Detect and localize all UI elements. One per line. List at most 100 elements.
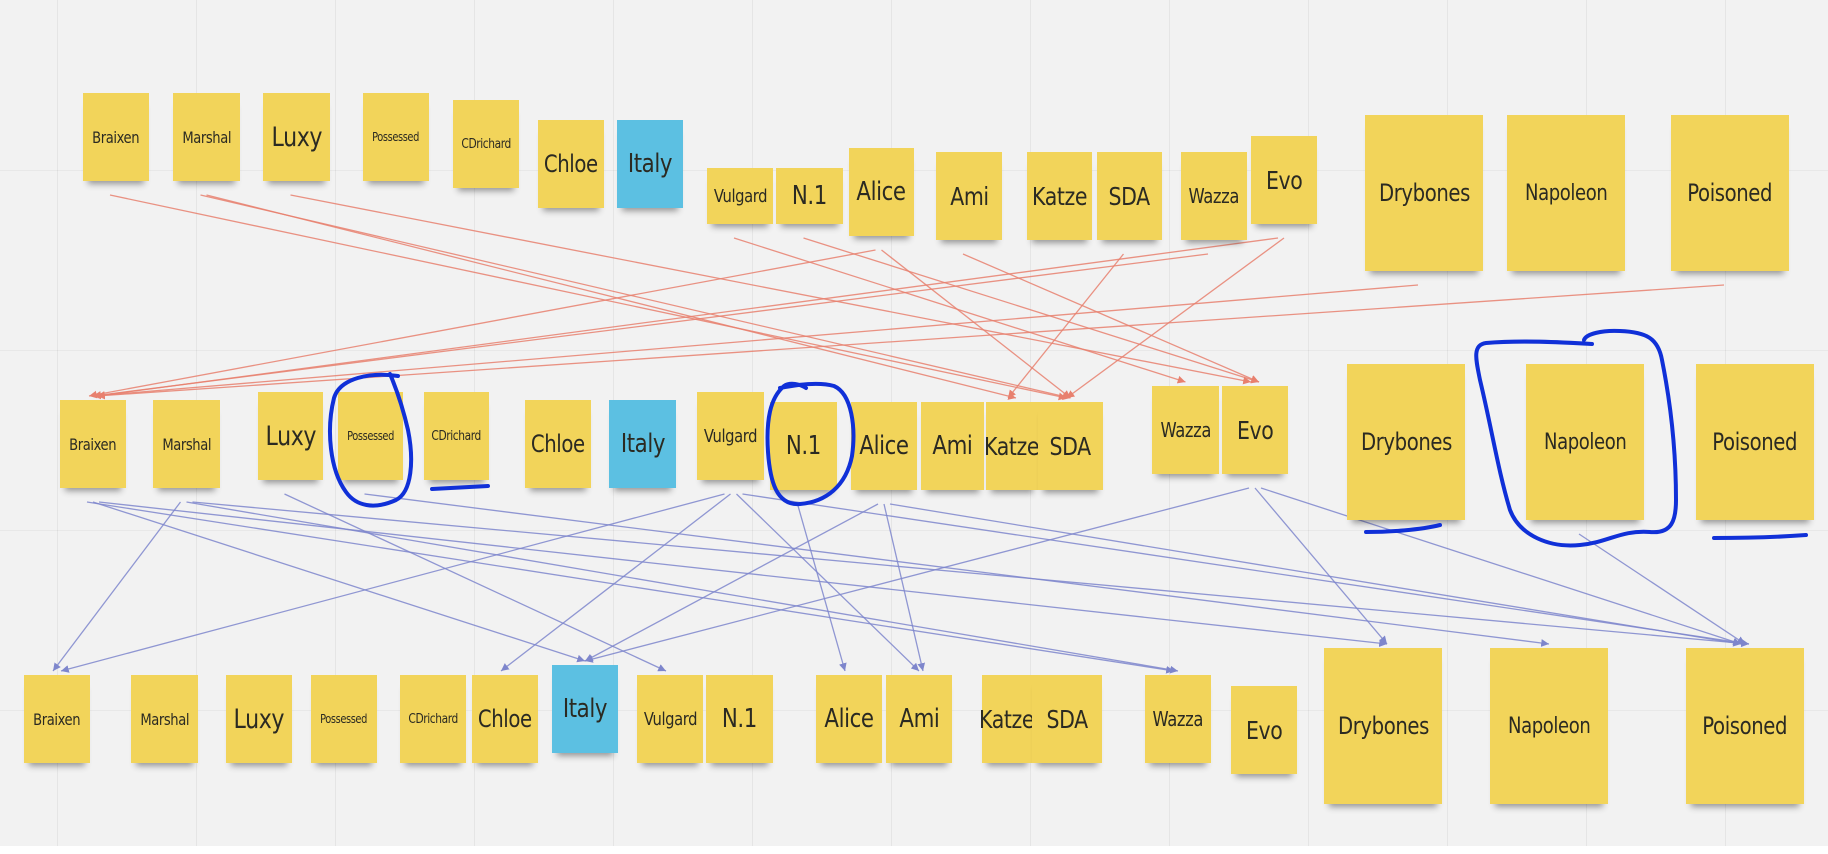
sticky-note-middle-marshal[interactable]: Marshal [153,400,220,488]
sticky-note-top-sda[interactable]: SDA [1097,152,1162,240]
blue-connector-evo-to-poisoned[interactable] [1260,487,1742,646]
sticky-note-middle-n-1[interactable]: N.1 [770,402,837,490]
sticky-note-top-evo[interactable]: Evo [1251,136,1317,224]
sticky-note-top-napoleon[interactable]: Napoleon [1507,115,1625,271]
red-connector-braixen-to-sda[interactable] [109,194,1067,401]
sticky-note-label: Luxy [233,703,285,735]
whiteboard-canvas[interactable]: Braixen Marshal Luxy Possessed CDrichard Chlo… [0,0,1828,846]
sticky-note-label: Ami [949,181,989,211]
sticky-note-middle-vulgard[interactable]: Vulgard [697,392,764,480]
sticky-note-middle-sda[interactable]: SDA [1038,402,1103,490]
sticky-note-bottom-chloe[interactable]: Chloe [472,675,538,763]
blue-connector-napoleon-to-poisoned[interactable] [1578,533,1746,645]
sticky-note-label: Drybones [1360,428,1452,456]
sticky-note-label: N.1 [785,431,822,461]
blue-connector-alice-to-poisoned[interactable] [889,503,1742,647]
blue-connector-braixen-to-drybones[interactable] [98,501,1388,648]
sticky-note-top-chloe[interactable]: Chloe [538,120,604,208]
blue-connector-marshal-to-braixen[interactable] [52,501,182,672]
sticky-note-top-cdrichard[interactable]: CDrichard [453,100,519,188]
ink-underline-poisoned[interactable] [1712,533,1808,540]
sticky-note-label: Chloe [478,705,532,733]
blue-connector-alice-to-ami[interactable] [883,503,926,672]
sticky-note-middle-chloe[interactable]: Chloe [525,400,591,488]
red-connector-alice-to-braixen[interactable] [88,249,876,399]
sticky-note-middle-drybones[interactable]: Drybones [1347,364,1465,520]
blue-connector-evo-to-italy[interactable] [584,487,1250,663]
blue-connector-n-1-to-alice[interactable] [796,503,847,672]
sticky-note-label: Possessed [372,130,420,144]
sticky-note-top-n-1[interactable]: N.1 [776,168,843,224]
sticky-note-label: Drybones [1378,179,1470,207]
sticky-note-middle-alice[interactable]: Alice [851,402,917,490]
blue-connector-braixen-to-italy[interactable] [92,501,586,663]
sticky-note-label: Marshal [140,709,189,729]
sticky-note-bottom-poisoned[interactable]: Poisoned [1686,648,1804,804]
sticky-note-bottom-luxy[interactable]: Luxy [226,675,292,763]
sticky-note-label: Italy [562,694,608,724]
sticky-note-bottom-alice[interactable]: Alice [816,675,882,763]
sticky-note-top-italy[interactable]: Italy [617,120,683,208]
sticky-note-middle-wazza[interactable]: Wazza [1152,386,1219,474]
sticky-note-label: Alice [824,704,874,734]
sticky-note-top-drybones[interactable]: Drybones [1365,115,1483,271]
sticky-note-bottom-braixen[interactable]: Braixen [24,675,90,763]
sticky-note-middle-italy[interactable]: Italy [609,400,676,488]
red-connector-n-1-to-evo[interactable] [803,237,1260,384]
sticky-note-top-possessed[interactable]: Possessed [363,93,429,181]
sticky-note-bottom-wazza[interactable]: Wazza [1145,675,1211,763]
ink-underline-cdrichard[interactable] [430,484,490,491]
sticky-note-middle-ami[interactable]: Ami [921,402,984,490]
sticky-note-label: Possessed [347,429,394,443]
sticky-note-bottom-napoleon[interactable]: Napoleon [1490,648,1608,804]
sticky-note-label: SDA [1049,431,1092,461]
sticky-note-label: Braixen [92,127,140,147]
sticky-note-top-braixen[interactable]: Braixen [83,93,149,181]
sticky-note-bottom-ami[interactable]: Ami [886,675,952,763]
sticky-note-bottom-sda[interactable]: SDA [1032,675,1102,763]
sticky-note-bottom-cdrichard[interactable]: CDrichard [400,675,466,763]
red-connector-drybones-to-braixen[interactable] [92,284,1419,400]
sticky-note-bottom-possessed[interactable]: Possessed [311,675,377,763]
sticky-note-label: Wazza [1160,418,1211,442]
sticky-note-bottom-italy[interactable]: Italy [552,665,618,753]
blue-connector-vulgard-to-ami[interactable] [736,493,920,672]
sticky-note-top-katze[interactable]: Katze [1027,152,1092,240]
sticky-note-label: Alice [859,431,909,461]
sticky-note-middle-luxy[interactable]: Luxy [258,392,323,480]
sticky-note-bottom-evo[interactable]: Evo [1231,686,1297,774]
sticky-note-top-alice[interactable]: Alice [849,148,914,236]
sticky-note-middle-braixen[interactable]: Braixen [60,400,126,488]
red-connector-ami-to-evo[interactable] [962,253,1260,383]
sticky-note-label: CDrichard [408,711,458,727]
sticky-note-bottom-vulgard[interactable]: Vulgard [637,675,703,763]
sticky-note-bottom-marshal[interactable]: Marshal [131,675,198,763]
sticky-note-top-poisoned[interactable]: Poisoned [1671,115,1789,271]
sticky-note-top-wazza[interactable]: Wazza [1181,152,1247,240]
sticky-note-label: Evo [1236,415,1274,445]
sticky-note-label: Braixen [69,434,117,454]
sticky-note-label: Napoleon [1524,180,1608,206]
sticky-note-middle-evo[interactable]: Evo [1222,386,1288,474]
sticky-note-middle-poisoned[interactable]: Poisoned [1696,364,1814,520]
sticky-note-label: Evo [1265,165,1303,195]
sticky-note-label: Wazza [1188,184,1240,208]
sticky-note-label: Wazza [1152,707,1204,731]
sticky-note-top-ami[interactable]: Ami [936,152,1002,240]
sticky-note-top-luxy[interactable]: Luxy [263,93,330,181]
sticky-note-label: Vulgard [713,185,767,207]
sticky-note-label: Drybones [1337,712,1429,740]
sticky-note-middle-cdrichard[interactable]: CDrichard [424,392,489,480]
sticky-note-bottom-drybones[interactable]: Drybones [1324,648,1442,804]
sticky-note-top-marshal[interactable]: Marshal [173,93,240,181]
sticky-note-bottom-katze[interactable]: Katze [979,675,1035,763]
sticky-note-label: Alice [856,177,907,207]
sticky-note-middle-napoleon[interactable]: Napoleon [1526,364,1644,520]
sticky-note-label: Italy [620,429,665,459]
sticky-note-middle-katze[interactable]: Katze [984,402,1040,490]
sticky-note-middle-possessed[interactable]: Possessed [338,392,403,480]
sticky-note-top-vulgard[interactable]: Vulgard [707,168,773,224]
sticky-note-label: CDrichard [431,428,482,444]
sticky-note-bottom-n-1[interactable]: N.1 [706,675,773,763]
red-connector-sda-to-katze[interactable] [1007,253,1125,399]
